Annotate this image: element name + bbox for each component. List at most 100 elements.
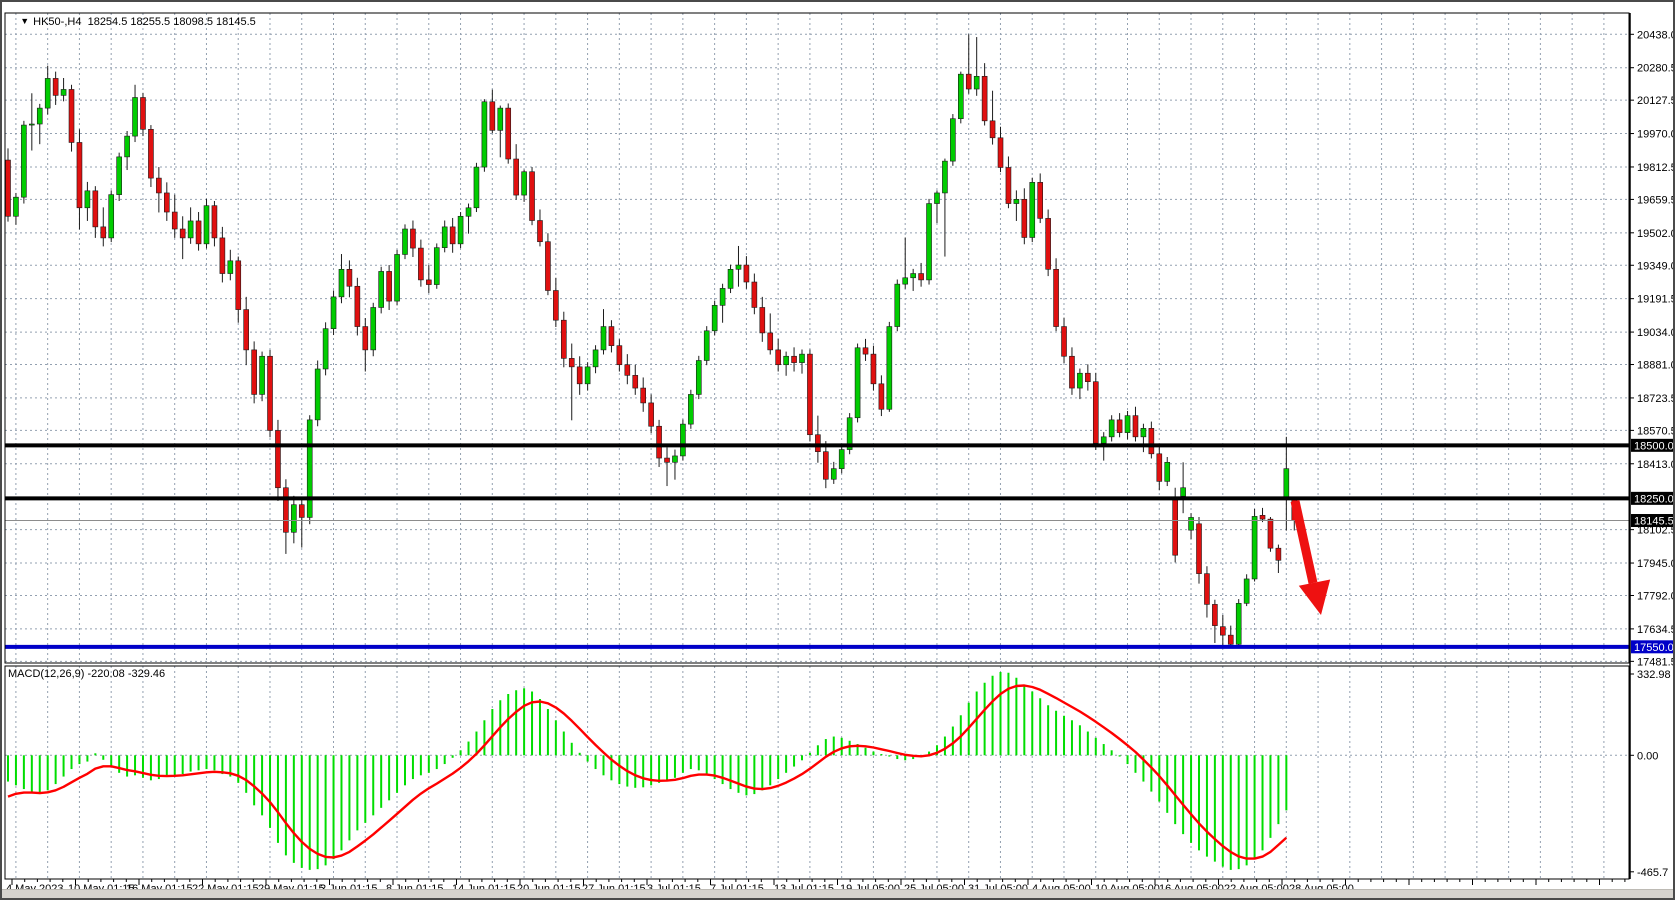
candle-up (704, 331, 709, 361)
candle-down (236, 261, 241, 310)
candle-up (911, 274, 916, 278)
candle-down (172, 212, 177, 229)
candle-up (1284, 469, 1289, 498)
candle-down (196, 221, 201, 244)
candle-up (720, 288, 725, 305)
candle-up (339, 269, 344, 297)
trend-arrow-down[interactable] (1295, 501, 1330, 615)
candle-down (1117, 420, 1122, 433)
candle-down (815, 435, 820, 452)
candle-up (13, 197, 18, 216)
candle-down (387, 271, 392, 301)
candle-down (760, 307, 765, 332)
candle-up (323, 329, 328, 369)
price-axis-label: 20438.0 (1637, 29, 1675, 41)
candle-up (29, 124, 34, 125)
candle-down (1149, 428, 1154, 453)
candle-down (807, 354, 812, 435)
candle-down (1093, 382, 1098, 444)
candle-up (1165, 462, 1170, 481)
candle-down (1220, 627, 1225, 635)
candle-up (1101, 437, 1106, 443)
price-axis-label: 18881.0 (1637, 360, 1675, 372)
candle-up (950, 119, 955, 161)
symbol-period-label: HK50-,H4 (33, 16, 81, 28)
candle-down (53, 78, 58, 95)
chart-title: ▼HK50-,H4 18254.5 18255.5 18098.5 18145.… (8, 4, 256, 40)
candle-down (569, 358, 574, 366)
candle-up (307, 420, 312, 518)
candle-up (688, 394, 693, 424)
price-axis: 20438.020280.520127.519970.019812.519659… (1630, 29, 1675, 668)
candle-down (919, 274, 924, 280)
candle-down (1046, 218, 1051, 269)
candle-down (609, 327, 614, 346)
candle-up (1189, 517, 1194, 530)
candle-down (1038, 182, 1043, 218)
candle-up (403, 229, 408, 254)
candle-up (188, 221, 193, 238)
chart-canvas[interactable]: 20438.020280.520127.519970.019812.519659… (2, 2, 1675, 900)
price-axis-label: 18723.5 (1637, 393, 1675, 405)
chevron-down-icon[interactable]: ▼ (20, 16, 29, 26)
candle-down (283, 488, 288, 533)
candle-up (434, 248, 439, 285)
candle-down (649, 403, 654, 426)
candle-down (148, 129, 153, 178)
price-axis-label: 17481.5 (1637, 656, 1675, 668)
price-axis-label: 20280.5 (1637, 63, 1675, 75)
candle-up (133, 98, 138, 137)
candle-up (593, 350, 598, 367)
macd-axis-label: 0.00 (1637, 750, 1658, 762)
candle-up (291, 505, 296, 533)
candle-up (1109, 420, 1114, 437)
candle-up (934, 193, 939, 204)
candle-up (442, 227, 447, 248)
candle-down (1276, 548, 1281, 560)
macd-indicator-label: MACD(12,26,9) -220.08 -329.46 (8, 668, 165, 680)
candle-down (69, 89, 74, 142)
candle-up (784, 356, 789, 364)
candle-up (855, 348, 860, 418)
candle-up (1077, 373, 1082, 388)
price-axis-label: 19191.5 (1637, 294, 1675, 306)
candle-up (85, 191, 90, 208)
candle-down (537, 221, 542, 242)
candle-up (1236, 603, 1241, 644)
candle-down (617, 346, 622, 365)
candle-down (657, 426, 662, 458)
candle-down (355, 286, 360, 326)
candle-down (879, 384, 884, 409)
candle-down (299, 505, 304, 518)
price-axis-label: 17945.0 (1637, 558, 1675, 570)
candle-up (887, 327, 892, 410)
candle-up (831, 469, 836, 480)
status-strip (2, 889, 1673, 898)
price-axis-label: 19034.0 (1637, 327, 1675, 339)
candle-up (260, 356, 265, 394)
price-axis-label: 19812.5 (1637, 162, 1675, 174)
price-axis-label: 19970.0 (1637, 129, 1675, 141)
candle-up (712, 305, 717, 330)
price-axis-label: 19502.0 (1637, 228, 1675, 240)
candle-down (553, 291, 558, 321)
candle-down (77, 142, 82, 207)
candle-down (665, 458, 670, 462)
candle-down (514, 159, 519, 195)
candle-down (268, 356, 273, 430)
candle-up (37, 108, 42, 124)
candle-up (61, 89, 66, 95)
price-level-badge-text: 18250.0 (1634, 493, 1674, 505)
candle-down (792, 356, 797, 362)
candle-down (561, 320, 566, 358)
candle-up (736, 265, 741, 269)
candle-up (942, 161, 947, 193)
candle-up (1244, 579, 1249, 603)
candle-down (1006, 167, 1011, 203)
candle-down (244, 310, 249, 350)
candle-up (498, 108, 503, 130)
candle-up (522, 172, 527, 195)
price-axis-label: 18413.0 (1637, 459, 1675, 471)
candle-down (140, 98, 145, 130)
candle-down (490, 102, 495, 131)
